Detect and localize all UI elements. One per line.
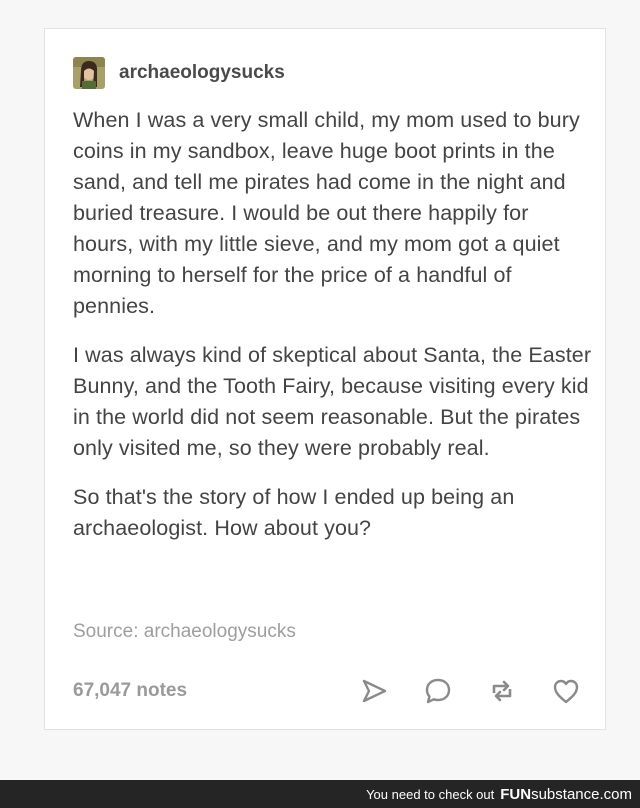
post-paragraph-1: When I was a very small child, my mom us… [73, 108, 580, 318]
post-card: archaeologysucks When I was a very small… [44, 28, 606, 730]
watermark-brand-sub: substance [531, 785, 600, 803]
post-actions [325, 676, 581, 706]
reblog-icon[interactable] [487, 676, 517, 706]
post-source-link[interactable]: Source: archaeologysucks [73, 621, 296, 643]
watermark-bar: You need to check out FUN substance .com [0, 780, 640, 808]
notes-count[interactable]: 67,047 notes [73, 680, 325, 702]
post-body: When I was a very small child, my mom us… [73, 105, 593, 562]
post-username[interactable]: archaeologysucks [119, 62, 285, 84]
reply-icon[interactable] [423, 676, 453, 706]
share-icon[interactable] [359, 676, 389, 706]
watermark-brand-fun: FUN [500, 785, 532, 803]
post-paragraph-2: I was always kind of skeptical about San… [73, 343, 592, 460]
like-icon[interactable] [551, 676, 581, 706]
post-header: archaeologysucks [73, 57, 285, 89]
user-avatar[interactable] [73, 57, 105, 89]
post-paragraph-3: So that's the story of how I ended up be… [73, 485, 515, 540]
watermark-brand-com: .com [599, 785, 632, 803]
watermark-prefix: You need to check out [366, 786, 495, 802]
post-footer: 67,047 notes [73, 674, 581, 708]
